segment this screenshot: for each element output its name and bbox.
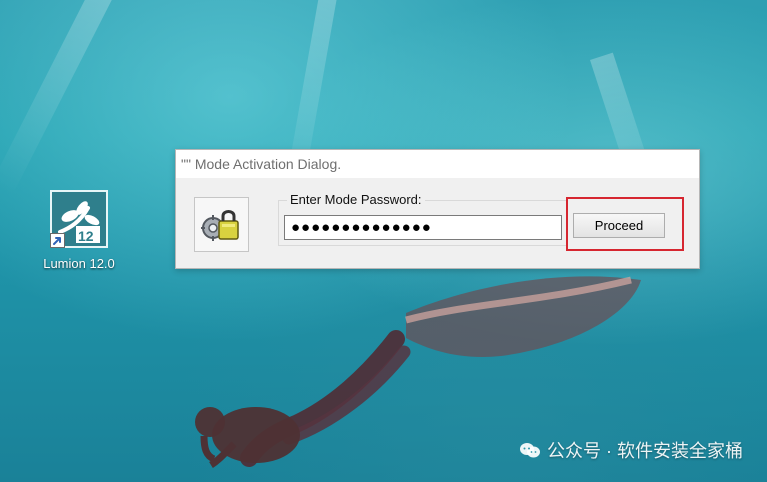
watermark-text: 公众号 · 软件安装全家桶 xyxy=(547,441,743,461)
light-ray xyxy=(0,0,117,196)
lumion-logo-icon: 12 xyxy=(50,190,108,248)
wechat-icon xyxy=(520,442,540,457)
password-group-label: Enter Mode Password: xyxy=(287,192,425,207)
desktop-shortcut-label: Lumion 12.0 xyxy=(43,256,115,271)
lock-gear-icon xyxy=(201,210,239,241)
lumion-version-badge: 12 xyxy=(78,228,94,244)
mode-password-field[interactable]: ●●●●●●●●●●●●●● xyxy=(284,215,562,240)
wechat-watermark: 公众号 · 软件安装全家桶 xyxy=(519,437,743,463)
mode-activation-dialog: "" Mode Activation Dialog. Enter Mode Pa… xyxy=(175,149,700,269)
shortcut-arrow-icon xyxy=(50,233,65,248)
desktop-shortcut-lumion[interactable]: 12 Lumion 12.0 xyxy=(30,190,128,271)
lock-icon-panel xyxy=(194,197,249,252)
dialog-titlebar[interactable]: "" Mode Activation Dialog. xyxy=(176,150,699,178)
dialog-title: "" Mode Activation Dialog. xyxy=(181,156,342,172)
proceed-button[interactable]: Proceed xyxy=(573,213,665,238)
